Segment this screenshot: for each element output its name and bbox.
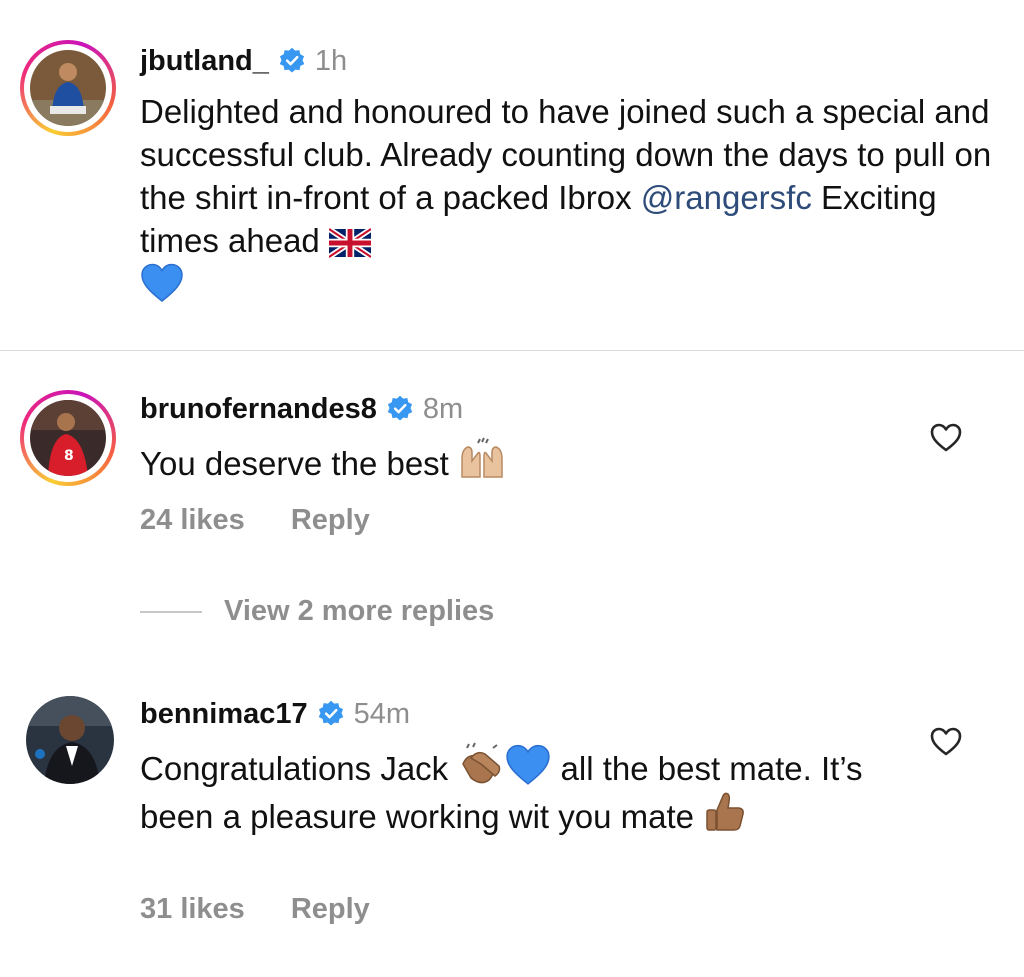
comment-text-content: You deserve the best	[140, 445, 459, 482]
mention-link[interactable]: @rangersfc	[641, 179, 812, 216]
post-header: jbutland_ 1h	[140, 40, 347, 82]
comment-username[interactable]: bennimac17	[140, 698, 308, 731]
post-username[interactable]: jbutland_	[140, 45, 269, 78]
comment-header: bennimac17 54m	[140, 693, 410, 735]
comment-header: brunofernandes8 8m	[140, 388, 463, 430]
verified-badge-icon	[318, 700, 343, 726]
view-more-replies[interactable]: View 2 more replies	[140, 595, 494, 628]
comment-actions: 31 likes Reply	[140, 893, 370, 926]
reply-button[interactable]: Reply	[291, 504, 370, 537]
comment-text: You deserve the best	[140, 437, 1000, 485]
comment-avatar-brunofernandes8[interactable]: 8	[20, 390, 116, 486]
avatar-photo	[30, 50, 106, 126]
comment-text: Congratulations Jack all the best mate. …	[140, 742, 900, 838]
heart-outline-icon[interactable]	[930, 423, 962, 453]
comment-actions: 24 likes Reply	[140, 504, 370, 537]
verified-badge-icon	[279, 47, 305, 73]
post-caption: Delighted and honoured to have joined su…	[140, 90, 1000, 308]
clapping-hands-icon	[462, 742, 501, 784]
blue-heart-icon	[141, 263, 183, 302]
uk-flag-icon	[328, 228, 371, 258]
reply-button[interactable]: Reply	[291, 893, 370, 926]
heart-outline-icon[interactable]	[930, 727, 962, 757]
post-author-avatar[interactable]	[20, 40, 116, 136]
view-replies-label[interactable]: View 2 more replies	[224, 595, 494, 628]
comment-username[interactable]: brunofernandes8	[140, 393, 377, 426]
post-timestamp: 1h	[314, 44, 348, 77]
comment-timestamp: 54m	[353, 697, 411, 730]
likes-count[interactable]: 24 likes	[140, 504, 245, 537]
svg-text:8: 8	[64, 448, 74, 464]
likes-count[interactable]: 31 likes	[140, 893, 245, 926]
avatar-photo	[26, 696, 114, 784]
raising-hands-icon	[461, 437, 503, 478]
comment-text-content: Congratulations Jack	[140, 750, 458, 787]
blue-heart-icon	[506, 744, 551, 785]
divider	[0, 350, 1024, 351]
thumbs-up-icon	[706, 792, 745, 831]
comment-avatar-bennimac17[interactable]	[26, 696, 114, 784]
verified-badge-icon	[387, 395, 413, 421]
comment-timestamp: 8m	[422, 392, 464, 425]
replies-divider-line	[140, 610, 202, 613]
avatar-photo: 8	[30, 400, 106, 476]
